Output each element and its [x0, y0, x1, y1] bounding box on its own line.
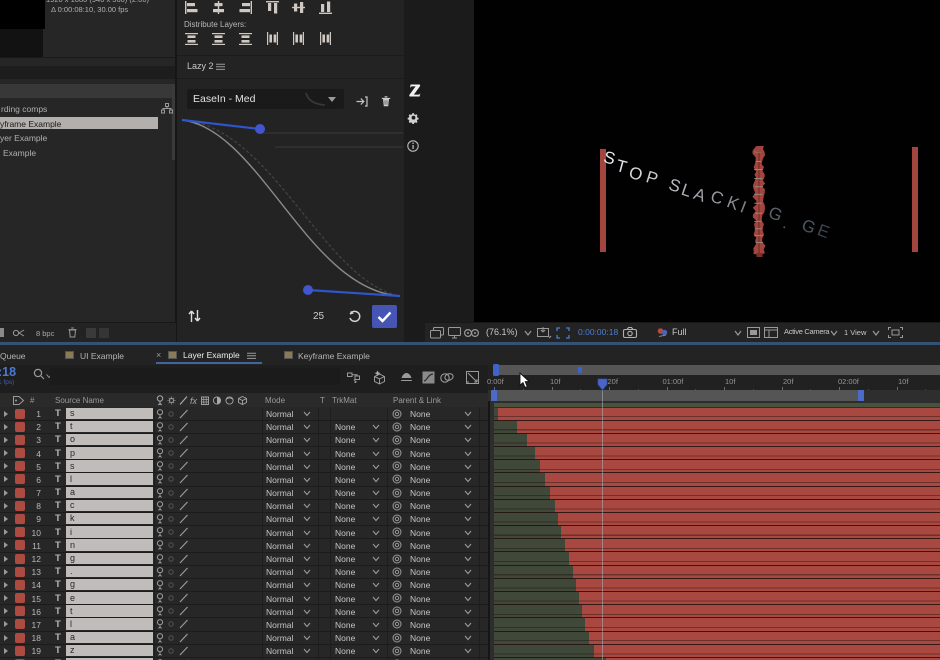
svg-text:T: T	[614, 156, 629, 177]
svg-text:E: E	[815, 220, 832, 242]
svg-text:A: A	[691, 184, 709, 206]
svg-text:C: C	[708, 187, 726, 209]
svg-text:fx: fx	[190, 396, 198, 406]
svg-text:S: S	[602, 147, 618, 168]
svg-text:P: P	[644, 167, 660, 188]
svg-text:O: O	[627, 163, 645, 185]
svg-text:G: G	[766, 203, 785, 225]
svg-text:.: .	[780, 213, 791, 232]
